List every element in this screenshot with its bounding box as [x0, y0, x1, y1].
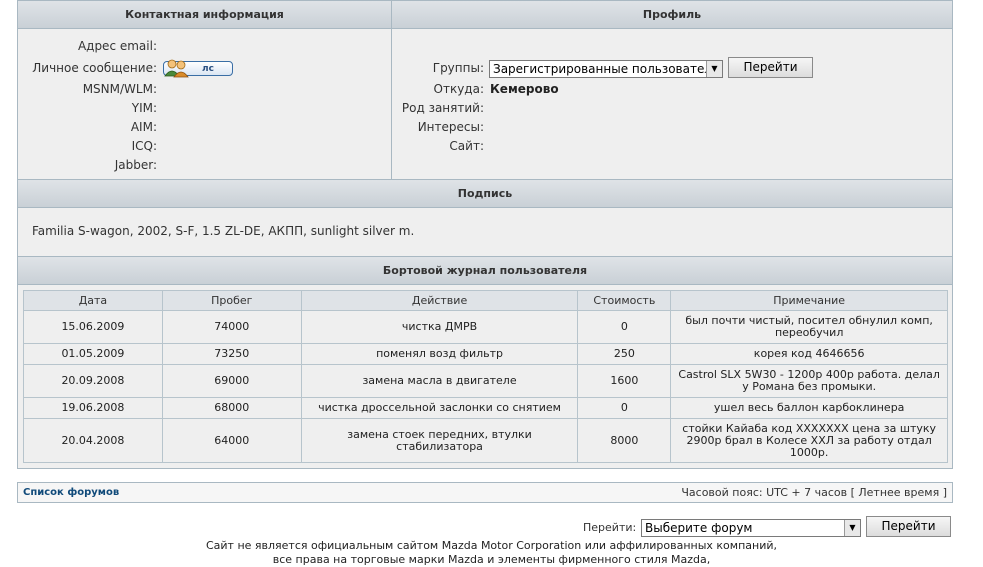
pm-label: Личное сообщение: [32, 61, 157, 75]
logbook-panel: Бортовой журнал пользователя Дата Пробег… [17, 256, 953, 469]
col-action: Действие [300, 290, 579, 311]
table-row: 15.06.2009 74000 чистка ДМРВ 0 был почти… [23, 310, 948, 344]
groups-select-value: Зарегистрированные пользователи [493, 62, 720, 76]
cell-mileage: 64000 [161, 418, 302, 463]
goto-forum-select-value: Выберите форум [645, 521, 753, 535]
site-label: Сайт: [449, 139, 484, 153]
col-note: Примечание [670, 290, 948, 311]
cell-action: чистка ДМРВ [300, 310, 579, 344]
location-value: Кемерово [490, 82, 559, 96]
timezone-text: Часовой пояс: UTC + 7 часов [ Летнее вре… [681, 486, 947, 499]
yim-label: YIM: [131, 101, 157, 115]
cell-action: чистка дроссельной заслонки со снятием [300, 397, 579, 419]
cell-note: ушел весь баллон карбоклинера [670, 397, 948, 419]
private-message-button[interactable]: лс [163, 59, 233, 78]
col-cost: Стоимость [577, 290, 672, 311]
contact-column: Контактная информация Адрес email: Лично… [18, 1, 392, 179]
cell-mileage: 68000 [161, 397, 302, 419]
cell-date: 01.05.2009 [23, 343, 163, 365]
contact-header: Контактная информация [18, 1, 391, 29]
jabber-label: Jabber: [114, 158, 157, 172]
groups-select[interactable]: Зарегистрированные пользователи ▼ [489, 60, 723, 78]
cell-cost: 8000 [577, 418, 672, 463]
location-label: Откуда: [433, 82, 484, 96]
goto-forum-button[interactable]: Перейти [866, 516, 951, 537]
col-date: Дата [23, 290, 163, 311]
cell-date: 15.06.2009 [23, 310, 163, 344]
table-row: 19.06.2008 68000 чистка дроссельной засл… [23, 397, 948, 419]
signature-header: Подпись [18, 180, 952, 208]
groups-go-button[interactable]: Перейти [728, 57, 813, 78]
forum-list-link[interactable]: Список форумов [23, 483, 119, 502]
chevron-down-icon: ▼ [706, 61, 722, 77]
profile-header: Профиль [392, 1, 952, 29]
col-mileage: Пробег [161, 290, 302, 311]
cell-cost: 0 [577, 397, 672, 419]
cell-mileage: 69000 [161, 364, 302, 398]
pm-button-label: лс [202, 64, 214, 74]
email-label: Адрес email: [77, 39, 157, 53]
groups-label: Группы: [432, 61, 484, 75]
table-row: 20.09.2008 69000 замена масла в двигател… [23, 364, 948, 398]
chevron-down-icon: ▼ [844, 520, 860, 536]
msnm-label: MSNM/WLM: [82, 82, 157, 96]
goto-forum-select[interactable]: Выберите форум ▼ [641, 519, 861, 537]
cell-action: замена стоек передних, втулки стабилизат… [300, 418, 579, 463]
cell-date: 20.04.2008 [23, 418, 163, 463]
cell-cost: 250 [577, 343, 672, 365]
disclaimer-line-1: Сайт не является официальным сайтом Mazd… [205, 539, 778, 552]
signature-panel: Подпись Familia S-wagon, 2002, S-F, 1.5 … [17, 179, 953, 257]
users-icon [164, 59, 189, 78]
cell-note: был почти чистый, посител обнулил комп, … [670, 310, 948, 344]
cell-date: 20.09.2008 [23, 364, 163, 398]
cell-note: стойки Кайаба код XXXXXXX цена за штуку … [670, 418, 948, 463]
table-header-row: Дата Пробег Действие Стоимость Примечани… [23, 290, 948, 311]
cell-mileage: 74000 [161, 310, 302, 344]
cell-note: Castrol SLX 5W30 - 1200р 400р работа. де… [670, 364, 948, 398]
cell-cost: 1600 [577, 364, 672, 398]
aim-label: AIM: [130, 120, 157, 134]
profile-column: Профиль Группы: Зарегистрированные польз… [392, 1, 952, 179]
icq-label: ICQ: [131, 139, 157, 153]
interests-label: Интересы: [417, 120, 484, 134]
cell-action: замена масла в двигателе [300, 364, 579, 398]
goto-label: Перейти: [583, 521, 637, 534]
cell-date: 19.06.2008 [23, 397, 163, 419]
table-row: 20.04.2008 64000 замена стоек передних, … [23, 418, 948, 463]
occupation-label: Род занятий: [401, 101, 484, 115]
signature-text: Familia S-wagon, 2002, S-F, 1.5 ZL-DE, А… [32, 224, 415, 238]
profile-panel: Контактная информация Адрес email: Лично… [17, 0, 953, 180]
cell-action: поменял возд фильтр [300, 343, 579, 365]
cell-note: корея код 4646656 [670, 343, 948, 365]
logbook-header: Бортовой журнал пользователя [18, 257, 952, 285]
cell-cost: 0 [577, 310, 672, 344]
cell-mileage: 73250 [161, 343, 302, 365]
logbook-table: Дата Пробег Действие Стоимость Примечани… [23, 290, 948, 463]
table-row: 01.05.2009 73250 поменял возд фильтр 250… [23, 343, 948, 365]
footer-bar: Список форумов Часовой пояс: UTC + 7 час… [17, 482, 953, 503]
disclaimer-line-2: все права на торговые марки Mazda и элем… [272, 553, 711, 566]
